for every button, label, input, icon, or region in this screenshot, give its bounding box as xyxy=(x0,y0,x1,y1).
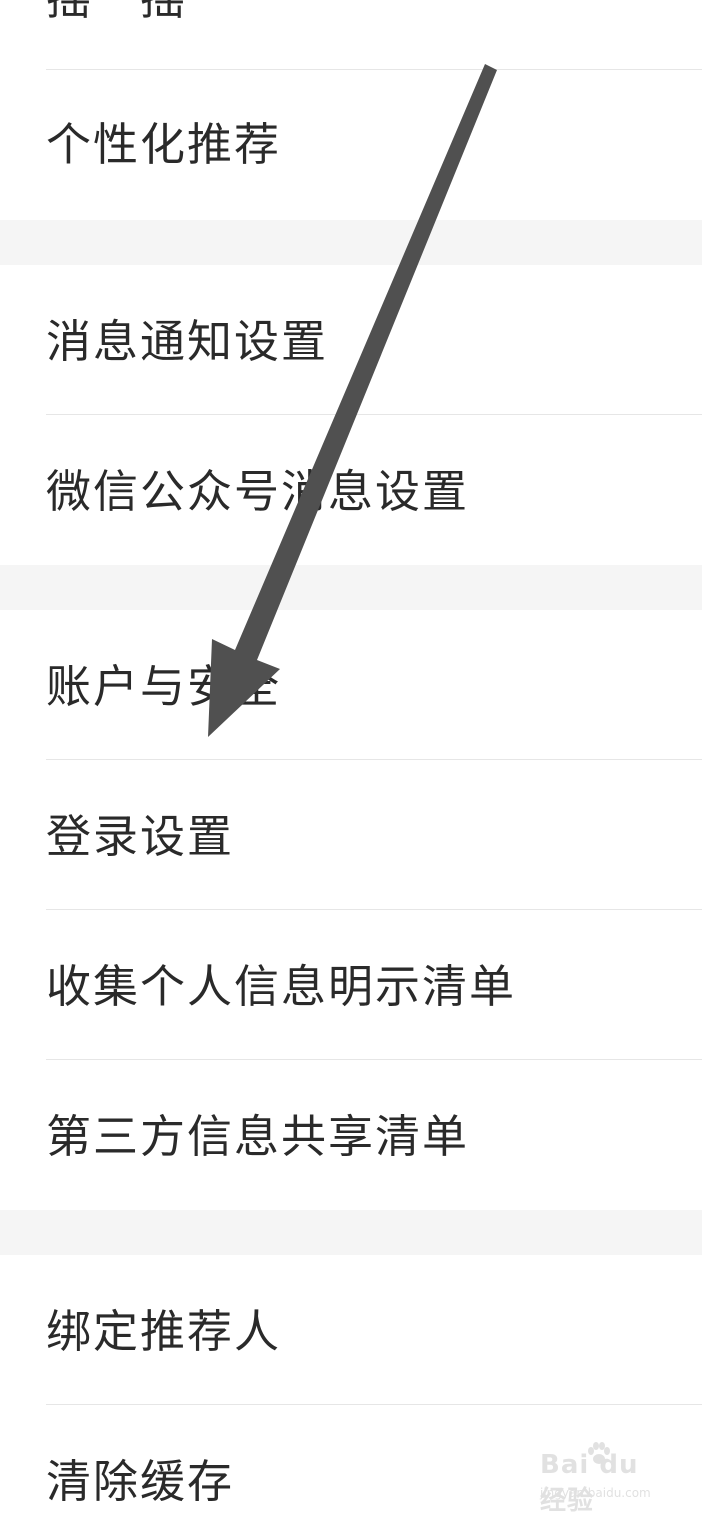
settings-item-label: 账户与安全 xyxy=(46,660,282,713)
settings-item-label: 个性化推荐 xyxy=(46,118,282,171)
settings-item-label: 绑定推荐人 xyxy=(46,1305,282,1358)
settings-item-label: 清除缓存 xyxy=(46,1455,235,1508)
settings-item-personal-info-list[interactable]: 收集个人信息明示清单 xyxy=(0,910,702,1060)
settings-item-third-party-sharing[interactable]: 第三方信息共享清单 xyxy=(0,1060,702,1210)
settings-item-notification[interactable]: 消息通知设置 xyxy=(0,265,702,415)
settings-item-label: 收集个人信息明示清单 xyxy=(46,960,517,1013)
settings-item-shake[interactable]: 摇一摇 xyxy=(0,0,702,70)
watermark-brand: Bai du 经验 xyxy=(540,1450,639,1516)
settings-item-personalized-recommendation[interactable]: 个性化推荐 xyxy=(0,70,702,220)
settings-item-label: 第三方信息共享清单 xyxy=(46,1110,470,1163)
settings-item-label: 摇一摇 xyxy=(46,0,187,24)
baidu-jingyan-watermark: Bai du 经验 jingyan.baidu.com xyxy=(538,1442,668,1516)
settings-screen: 摇一摇 个性化推荐 消息通知设置 微信公众号消息设置 账户与安全 登录设置 收集… xyxy=(0,0,702,1519)
settings-item-label: 消息通知设置 xyxy=(46,315,329,368)
settings-item-label: 微信公众号消息设置 xyxy=(46,465,470,518)
settings-item-bind-referrer[interactable]: 绑定推荐人 xyxy=(0,1255,702,1405)
section-gap xyxy=(0,1210,702,1255)
settings-item-login[interactable]: 登录设置 xyxy=(0,760,702,910)
settings-item-label: 登录设置 xyxy=(46,810,235,863)
settings-item-wechat-official-account[interactable]: 微信公众号消息设置 xyxy=(0,415,702,565)
settings-item-account-security[interactable]: 账户与安全 xyxy=(0,610,702,760)
section-gap xyxy=(0,565,702,610)
watermark-url: jingyan.baidu.com xyxy=(540,1486,651,1500)
section-gap xyxy=(0,220,702,265)
